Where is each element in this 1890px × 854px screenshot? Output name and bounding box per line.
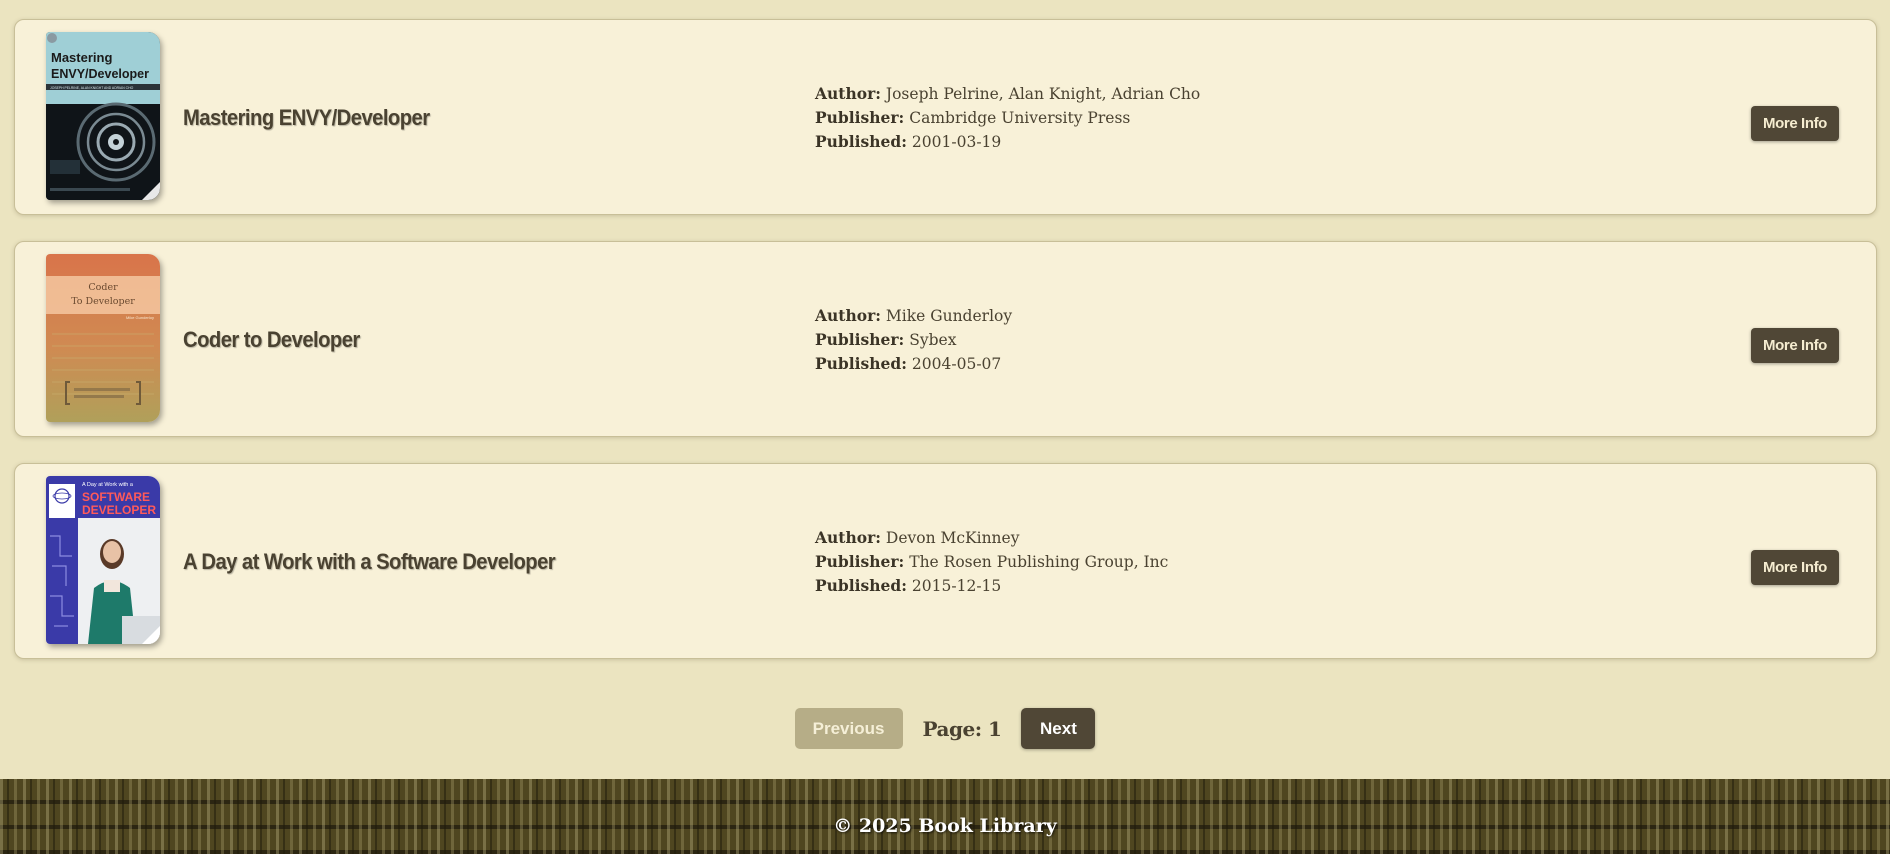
cover-authors-text: JOSEPH PELRINE, ALAN KNIGHT AND ADRIAN C… (50, 86, 134, 90)
book-metadata: Author: Mike Gunderloy Publisher: Sybex … (815, 242, 1012, 438)
publisher-line: Publisher: Sybex (815, 328, 1012, 352)
cover-title-text: Mastering (51, 50, 112, 65)
cover-title-text: Coder (88, 282, 118, 293)
book-card: A Day at Work with a SOFTWARE DEVELOPER … (14, 463, 1877, 659)
previous-page-button[interactable]: Previous (794, 708, 903, 749)
pagination: Previous Page: 1 Next (0, 708, 1890, 749)
publisher-value: The Rosen Publishing Group, Inc (909, 553, 1169, 571)
book-metadata: Author: Devon McKinney Publisher: The Ro… (815, 464, 1168, 660)
author-label: Author: (815, 528, 881, 547)
more-info-button[interactable]: More Info (1751, 550, 1839, 585)
book-title[interactable]: A Day at Work with a Software Developer (183, 464, 556, 660)
book-cover-image[interactable]: A Day at Work with a SOFTWARE DEVELOPER (46, 476, 160, 644)
publisher-line: Publisher: The Rosen Publishing Group, I… (815, 550, 1168, 574)
next-page-button[interactable]: Next (1021, 708, 1096, 749)
author-label: Author: (815, 84, 881, 103)
publisher-label: Publisher: (815, 108, 905, 127)
cover-title-text: SOFTWARE (82, 490, 150, 504)
published-label: Published: (815, 354, 907, 373)
author-value: Devon McKinney (885, 529, 1020, 547)
published-value: 2015-12-15 (911, 577, 1002, 595)
book-card: Mastering ENVY/Developer JOSEPH PELRINE,… (14, 19, 1877, 215)
publisher-label: Publisher: (815, 552, 905, 571)
more-info-button[interactable]: More Info (1751, 328, 1839, 363)
published-value: 2004-05-07 (911, 355, 1002, 373)
book-cover-image[interactable]: Mastering ENVY/Developer JOSEPH PELRINE,… (46, 32, 160, 200)
publisher-value: Cambridge University Press (909, 109, 1131, 127)
footer-copyright: © 2025 Book Library (833, 815, 1057, 837)
footer: © 2025 Book Library (0, 779, 1890, 854)
author-line: Author: Devon McKinney (815, 526, 1168, 550)
more-info-button[interactable]: More Info (1751, 106, 1839, 141)
book-list: Mastering ENVY/Developer JOSEPH PELRINE,… (14, 19, 1877, 685)
book-title[interactable]: Mastering ENVY/Developer (183, 20, 430, 216)
publisher-line: Publisher: Cambridge University Press (815, 106, 1200, 130)
published-line: Published: 2015-12-15 (815, 574, 1168, 598)
book-cover-image[interactable]: Coder To Developer Mike Gunderloy (46, 254, 160, 422)
author-value: Mike Gunderloy (885, 307, 1013, 325)
book-title[interactable]: Coder to Developer (183, 242, 360, 438)
cover-title-text: To Developer (71, 296, 135, 307)
book-card: Coder To Developer Mike Gunderloy Coder … (14, 241, 1877, 437)
author-line: Author: Joseph Pelrine, Alan Knight, Adr… (815, 82, 1200, 106)
publisher-value: Sybex (909, 331, 957, 349)
author-line: Author: Mike Gunderloy (815, 304, 1012, 328)
published-line: Published: 2004-05-07 (815, 352, 1012, 376)
publisher-label: Publisher: (815, 330, 905, 349)
cover-title-text: ENVY/Developer (51, 67, 149, 81)
cover-title-text: DEVELOPER (82, 503, 156, 517)
cover-authors-text: Mike Gunderloy (126, 315, 154, 320)
cover-title-text: A Day at Work with a (82, 482, 134, 488)
page-indicator: Page: 1 (922, 716, 1002, 741)
published-value: 2001-03-19 (911, 133, 1002, 151)
published-label: Published: (815, 132, 907, 151)
book-metadata: Author: Joseph Pelrine, Alan Knight, Adr… (815, 20, 1200, 216)
published-line: Published: 2001-03-19 (815, 130, 1200, 154)
published-label: Published: (815, 576, 907, 595)
author-label: Author: (815, 306, 881, 325)
author-value: Joseph Pelrine, Alan Knight, Adrian Cho (885, 85, 1201, 103)
